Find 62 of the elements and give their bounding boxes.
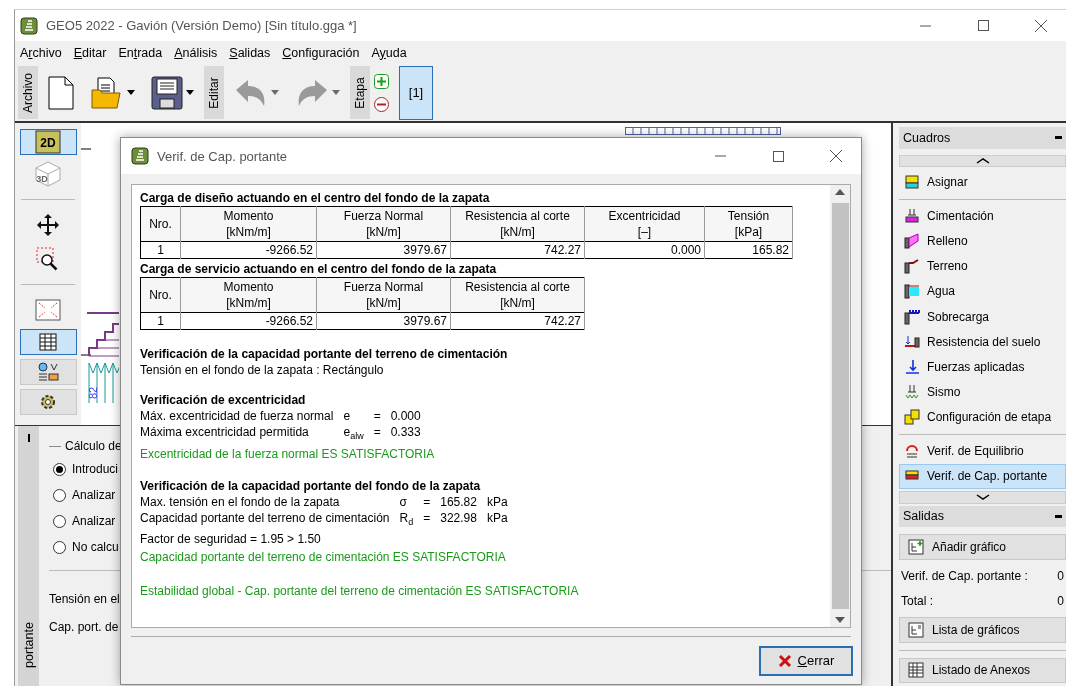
section-heading: Carga de diseño actuando en el centro del fondo de la zapata: [140, 190, 491, 206]
table-cell: 742.27: [450, 312, 585, 330]
quantity-symbol: R$_{d}$: [399, 510, 414, 530]
3d-cube-icon: 3D: [34, 160, 62, 188]
quantity-relation: =: [423, 510, 431, 528]
toolbar-group-label: Etapa: [350, 66, 370, 119]
column-header: Tensión [kPa]: [704, 206, 793, 242]
report-line: Tensión en el fondo de la zapata : Rectángulo: [140, 362, 385, 378]
quantity-unit: kPa: [486, 494, 508, 511]
quantity-label: Máxima excentricidad permitida: [140, 424, 310, 441]
column-header: Momento [kNm/m]: [180, 206, 317, 242]
table-cell: 742.27: [450, 241, 585, 259]
quantity-unit: kPa: [486, 510, 508, 528]
dimension-label: 82: [87, 386, 99, 399]
quantity-label: Capacidad portante del terreno de cimentación: [140, 510, 390, 528]
column-header: Nro.: [140, 277, 181, 313]
quantity-symbol: e: [343, 408, 352, 424]
table-cell: 165.82: [704, 241, 793, 259]
count-value: 0: [1057, 568, 1064, 583]
column-header: Resistencia al corte [kN/m]: [450, 277, 585, 313]
table-cell: -9266.52: [180, 312, 317, 330]
section-heading: Verificación de excentricidad: [140, 392, 307, 408]
count-value: 0: [1057, 594, 1064, 609]
result-message: Excentricidad de la fuerza normal ES SATISFACTORIA: [140, 446, 436, 463]
report-line: Factor de seguridad = 1.95 > 1.50: [140, 530, 322, 547]
column-header: Excentricidad [–]: [584, 206, 705, 242]
quantity-symbol: σ: [399, 494, 408, 511]
quantity-label: Máx. excentricidad de fuerza normal: [140, 408, 334, 424]
table-cell: 1: [140, 312, 181, 330]
2d-view-icon: 2D: [35, 130, 61, 154]
field-label: Tensión en el: [49, 591, 120, 608]
column-header: Resistencia al corte [kN/m]: [450, 206, 585, 242]
quantity-relation: =: [373, 408, 381, 424]
quantity-relation: =: [373, 424, 381, 441]
toolbar-group-label: Archivo: [18, 66, 38, 119]
toolbar-group-label: Editar: [204, 66, 224, 119]
column-header: Momento [kNm/m]: [180, 277, 317, 313]
table-cell: 3979.67: [316, 241, 451, 259]
window-title: GEO5 2022 - Gavión (Versión Demo) [Sin título.gga *]: [46, 18, 358, 33]
table-cell: 0.000: [584, 241, 705, 259]
table-cell: 1: [140, 241, 181, 259]
count-label: Total :: [901, 594, 933, 609]
table-cell: -9266.52: [180, 241, 317, 259]
column-header: Nro.: [140, 206, 181, 242]
section-heading: Verificación de la capacidad portante del fondo de la zapata: [140, 478, 482, 495]
section-heading: Carga de servicio actuando en el centro del fondo de la zapata: [140, 261, 498, 277]
count-label: Verif. de Cap. portante :: [901, 568, 1028, 583]
quantity-label: Max. tensión en el fondo de la zapata: [140, 494, 341, 511]
field-label: Cap. port. de: [49, 619, 119, 636]
quantity-value: 322.98: [440, 510, 477, 528]
section-heading: Verificación de la capacidad portante del terreno de cimentación: [140, 346, 509, 362]
result-message: Estabilidad global - Cap. portante del terreno de cimentación ES SATISFACTORIA: [140, 582, 580, 599]
result-message: Capacidad portante del terreno de cimentación ES SATISFACTORIA: [140, 548, 507, 565]
dialog-title: Verif. de Cap. portante: [157, 148, 289, 164]
column-header: Fuerza Normal [kN/m]: [316, 206, 451, 242]
quantity-symbol: e$_{alw}$: [343, 424, 364, 444]
quantity-relation: =: [423, 494, 431, 511]
column-header: Fuerza Normal [kN/m]: [316, 277, 451, 313]
quantity-value: 165.82: [440, 494, 477, 511]
quantity-value: 0.000: [390, 408, 421, 424]
quantity-value: 0.333: [390, 424, 421, 441]
table-cell: 3979.67: [316, 312, 451, 330]
